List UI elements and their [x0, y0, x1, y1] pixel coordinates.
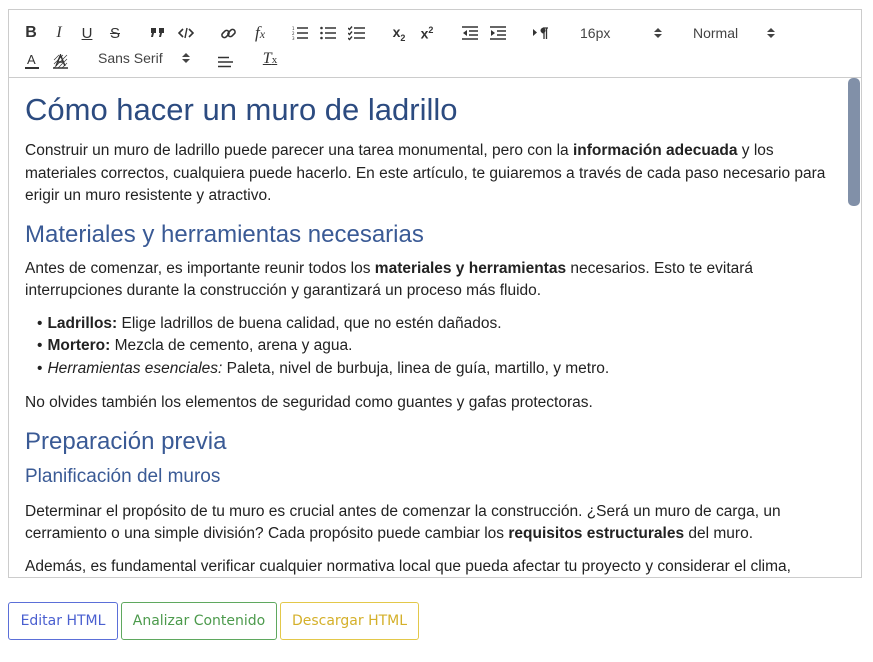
download-html-button[interactable]: Descargar HTML	[280, 602, 419, 640]
font-family-select[interactable]: Sans Serif	[98, 49, 163, 67]
list-item-text: Elige ladrillos de buena calidad, que no…	[117, 314, 502, 332]
ordered-list-icon: 123	[292, 26, 308, 40]
scrollbar-thumb[interactable]	[848, 78, 860, 206]
text-direction-icon	[533, 27, 548, 39]
blockquote-button[interactable]	[149, 24, 167, 42]
ordered-list-button[interactable]: 123	[291, 24, 309, 42]
link-button[interactable]	[219, 24, 237, 42]
superscript-icon: x2	[421, 25, 434, 42]
text-direction-button[interactable]	[531, 24, 549, 42]
outdent-button[interactable]	[461, 24, 479, 42]
editor-toolbar: B I U S fx 123 x2 x2 16px Normal A Sans …	[9, 10, 861, 78]
indent-button[interactable]	[489, 24, 507, 42]
font-family-value: Sans Serif	[98, 50, 163, 66]
regulations-paragraph: Además, es fundamental verificar cualqui…	[25, 557, 791, 575]
indent-icon	[490, 26, 506, 40]
background-color-button[interactable]	[51, 52, 69, 70]
code-block-icon	[178, 27, 194, 39]
background-color-icon	[52, 53, 68, 69]
safety-note: No olvides también los elementos de segu…	[25, 394, 593, 411]
planning-text-after: del muro.	[684, 525, 754, 542]
strikethrough-icon: S	[109, 24, 120, 42]
header-select[interactable]: Normal	[693, 24, 738, 42]
list-item-text: Paleta, nivel de burbuja, linea de guía,…	[222, 359, 610, 377]
link-icon	[220, 28, 236, 38]
bullet-list-button[interactable]	[319, 24, 337, 42]
formula-sub-text: x	[259, 27, 266, 41]
underline-icon: U	[81, 24, 93, 42]
outdent-icon	[462, 26, 478, 40]
list-item: Mortero: Mezcla de cemento, arena y agua…	[37, 335, 831, 358]
materials-text-before: Antes de comenzar, es importante reunir …	[25, 259, 375, 277]
header-caret-icon	[767, 28, 775, 38]
article-title: Cómo hacer un muro de ladrillo	[25, 92, 458, 127]
checklist-icon	[347, 25, 365, 41]
font-size-select[interactable]: 16px	[580, 24, 610, 42]
intro-paragraph: Construir un muro de ladrillo puede pare…	[25, 140, 831, 208]
section-heading-preparation: Preparación previa	[25, 427, 227, 455]
intro-bold: información adecuada	[572, 142, 738, 159]
superscript-mark-text: 2	[428, 24, 434, 35]
subscript-button[interactable]: x2	[389, 23, 409, 43]
bullet-list-icon	[320, 26, 336, 40]
font-size-value: 16px	[580, 25, 611, 41]
superscript-button[interactable]: x2	[417, 23, 437, 43]
planning-bold: requisitos estructurales	[508, 525, 685, 542]
underline-button[interactable]: U	[79, 24, 95, 42]
subscript-icon: x2	[393, 24, 406, 43]
list-item-lead: Ladrillos:	[47, 314, 118, 332]
text-color-letter: A	[27, 52, 36, 67]
section-heading-materials: Materiales y herramientas necesarias	[25, 220, 424, 248]
rich-text-editor: B I U S fx 123 x2 x2 16px Normal A Sans …	[8, 9, 862, 578]
edit-html-button[interactable]: Editar HTML	[8, 602, 118, 640]
font-family-caret-icon	[182, 53, 190, 63]
materials-paragraph: Antes de comenzar, es importante reunir …	[25, 258, 831, 303]
list-item: Ladrillos: Elige ladrillos de buena cali…	[37, 313, 831, 336]
blockquote-icon	[151, 28, 164, 37]
content-scrollbar[interactable]	[846, 78, 861, 577]
strikethrough-button[interactable]: S	[107, 24, 123, 42]
subheading-planning: Planificación del muros	[25, 465, 221, 487]
list-item-lead: Mortero:	[47, 337, 111, 354]
header-value: Normal	[693, 25, 739, 41]
code-block-button[interactable]	[177, 24, 195, 42]
clear-format-sub-text: x	[271, 54, 278, 66]
materials-bold: materiales y herramientas	[374, 259, 567, 277]
editor-content[interactable]: Cómo hacer un muro de ladrillo Construir…	[9, 78, 847, 577]
clear-format-icon: Tx	[263, 50, 277, 68]
intro-text-before: Construir un muro de ladrillo puede pare…	[25, 142, 573, 159]
align-button[interactable]	[216, 53, 234, 71]
list-item-lead: Herramientas esenciales:	[47, 359, 223, 377]
bold-icon: B	[25, 24, 37, 41]
align-icon	[217, 56, 233, 68]
planning-paragraph: Determinar el propósito de tu muro es cr…	[25, 501, 831, 546]
italic-button[interactable]: I	[51, 24, 67, 42]
formula-icon: fx	[255, 23, 265, 43]
subscript-mark-text: 2	[400, 32, 406, 43]
svg-text:3: 3	[292, 36, 295, 40]
list-item-text: Mezcla de cemento, arena y agua.	[110, 337, 353, 354]
font-size-caret-icon	[654, 28, 662, 38]
formula-button[interactable]: fx	[249, 23, 271, 43]
materials-list: Ladrillos: Elige ladrillos de buena cali…	[37, 313, 831, 381]
clear-format-button[interactable]: Tx	[259, 49, 281, 69]
text-color-button[interactable]: A	[23, 51, 41, 71]
analyze-content-button[interactable]: Analizar Contenido	[121, 602, 277, 640]
text-color-icon: A	[25, 52, 39, 70]
italic-icon: I	[56, 24, 62, 41]
checklist-button[interactable]	[347, 24, 365, 42]
list-item: Herramientas esenciales: Paleta, nivel d…	[37, 358, 831, 381]
clear-format-main-text: T	[262, 50, 272, 67]
bold-button[interactable]: B	[23, 24, 39, 42]
